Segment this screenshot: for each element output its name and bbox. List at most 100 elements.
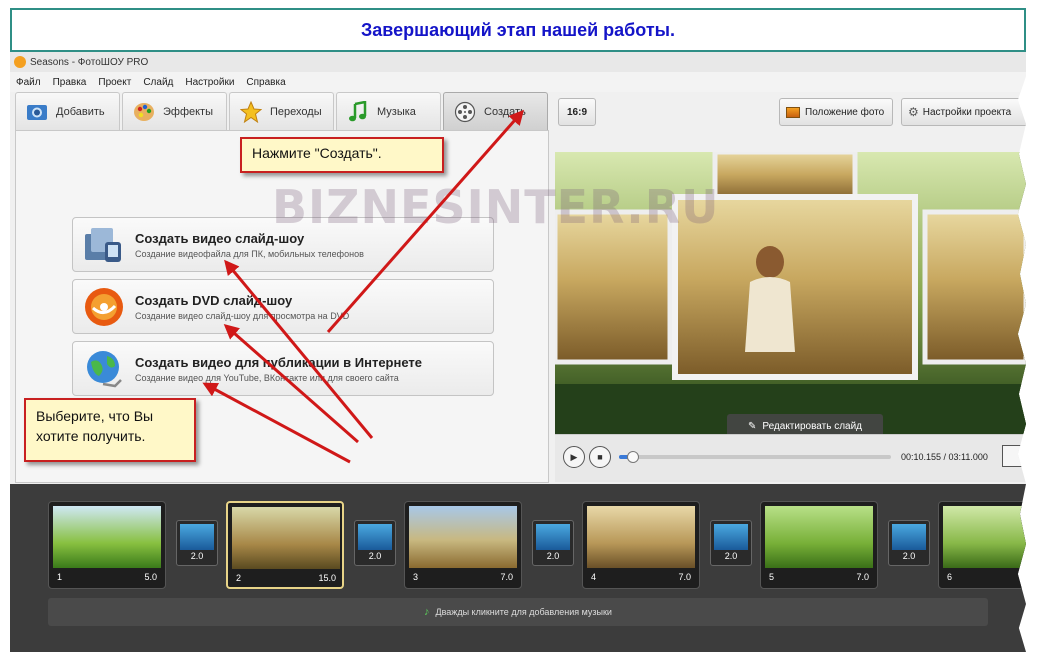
preview-toolbar: 16:9 Положение фото ⚙ Настройки проекта	[558, 98, 1026, 128]
title-bar: Seasons - ФотоШОУ PRO	[10, 52, 1026, 72]
timeline: 1 5.0 2.0 2 15.0 2.0 3 7.0 2.0 4 7.0 2.0 5 7.…	[10, 484, 1026, 652]
transition-image	[892, 524, 926, 550]
callout-text: Нажмите "Создать".	[252, 145, 382, 161]
gear-icon: ⚙	[908, 105, 919, 119]
tab-label: Эффекты	[163, 105, 214, 118]
transition-thumbnail[interactable]: 2.0	[888, 520, 930, 566]
fullscreen-button[interactable]	[1002, 445, 1024, 467]
main-tabs: Добавить Эффекты Переходы Музыка Создать	[15, 92, 550, 130]
player-controls: ▶ ■ 00:10.155 / 03:11.000	[555, 434, 1026, 482]
slide-bar: 5 7.0	[765, 570, 873, 584]
option-title: Создать видео для публикации в Интернете	[135, 354, 423, 370]
slide-image	[587, 506, 695, 568]
tab-label: Добавить	[56, 105, 105, 118]
seek-handle[interactable]	[626, 451, 639, 463]
slide-number: 6	[947, 572, 953, 582]
app-window: Seasons - ФотоШОУ PRO Файл Правка Проект…	[10, 52, 1026, 652]
menu-settings[interactable]: Настройки	[185, 77, 234, 88]
slide-image	[409, 506, 517, 568]
menu-file[interactable]: Файл	[16, 77, 41, 88]
transition-thumbnail[interactable]: 2.0	[710, 520, 752, 566]
transition-duration: 2.0	[368, 551, 382, 561]
palette-icon	[133, 101, 155, 123]
transition-duration: 2.0	[546, 551, 560, 561]
button-label: Редактировать слайд	[762, 420, 863, 432]
aspect-ratio-button[interactable]: 16:9	[558, 98, 596, 126]
stop-button[interactable]: ■	[589, 446, 611, 468]
tab-label: Переходы	[270, 105, 322, 118]
transition-image	[536, 524, 570, 550]
watermark: BIZNESINTER.RU	[272, 180, 720, 234]
slide-bar: 2 15.0	[232, 571, 340, 585]
transition-thumbnail[interactable]: 2.0	[176, 520, 218, 566]
slide-image	[765, 506, 873, 568]
slide-number: 2	[236, 573, 242, 583]
slide-thumbnail[interactable]: 3 7.0	[404, 501, 522, 589]
create-callout: Нажмите "Создать".	[240, 137, 444, 173]
globe-icon	[83, 348, 125, 390]
choose-callout: Выберите, что Вы хотите получить.	[24, 398, 196, 462]
slide-bar: 4 7.0	[587, 570, 695, 584]
slide-thumbnail[interactable]: 6	[938, 501, 1026, 589]
banner-text: Завершающий этап нашей работы.	[360, 19, 676, 40]
create-web-video-option[interactable]: Создать видео для публикации в Интернете…	[72, 341, 494, 396]
slide-number: 1	[57, 572, 63, 582]
slide-number: 5	[769, 572, 775, 582]
project-settings-button[interactable]: ⚙ Настройки проекта	[901, 98, 1026, 126]
slide-bar: 1 5.0	[53, 570, 161, 584]
star-icon	[240, 100, 262, 123]
screenshot-frame: Завершающий этап нашей работы. Seasons -…	[0, 0, 1044, 661]
photo-position-button[interactable]: Положение фото	[779, 98, 893, 126]
film-reel-icon	[454, 101, 476, 123]
slide-duration: 15.0	[318, 573, 336, 583]
transition-duration: 2.0	[190, 551, 204, 561]
slide-thumbnail[interactable]: 1 5.0	[48, 501, 166, 589]
tab-transitions[interactable]: Переходы	[229, 92, 334, 130]
music-note-icon: ♪	[424, 606, 430, 618]
menu-help[interactable]: Справка	[246, 77, 285, 88]
slide-thumbnail-selected[interactable]: 2 15.0	[226, 501, 344, 589]
add-photo-icon	[26, 101, 48, 123]
music-note-icon	[347, 100, 369, 123]
music-track[interactable]: ♪ Дважды кликните для добавления музыки	[48, 598, 988, 626]
transition-duration: 2.0	[724, 551, 738, 561]
tab-create[interactable]: Создать	[443, 92, 548, 130]
seek-track[interactable]	[619, 451, 891, 463]
menu-slide[interactable]: Слайд	[143, 77, 173, 88]
slide-thumbnail[interactable]: 5 7.0	[760, 501, 878, 589]
transition-thumbnail[interactable]: 2.0	[532, 520, 574, 566]
slide-thumbnail[interactable]: 4 7.0	[582, 501, 700, 589]
tab-effects[interactable]: Эффекты	[122, 92, 227, 130]
slide-duration: 7.0	[500, 572, 513, 582]
slide-bar: 3 7.0	[409, 570, 517, 584]
transition-image	[180, 524, 214, 550]
tab-add[interactable]: Добавить	[15, 92, 120, 130]
slide-image	[53, 506, 161, 568]
window-title: Seasons - ФотоШОУ PRO	[30, 56, 149, 68]
play-button[interactable]: ▶	[563, 446, 585, 468]
edit-slide-button[interactable]: ✎ Редактировать слайд	[727, 414, 883, 434]
option-subtitle: Создание видеофайла для ПК, мобильных те…	[135, 248, 364, 259]
slide-bar: 6	[943, 570, 1026, 584]
slide-duration: 5.0	[144, 572, 157, 582]
transition-image	[358, 524, 392, 550]
slide-number: 4	[591, 572, 597, 582]
option-subtitle: Создание видео для YouTube, ВКонтакте ил…	[135, 372, 399, 383]
banner: Завершающий этап нашей работы.	[10, 8, 1026, 52]
slide-image	[232, 507, 340, 569]
transition-thumbnail[interactable]: 2.0	[354, 520, 396, 566]
create-dvd-option[interactable]: Создать DVD слайд-шоу Создание видео сла…	[72, 279, 494, 334]
time-readout: 00:10.155 / 03:11.000	[901, 452, 988, 462]
tab-label: Создать	[484, 105, 526, 118]
menu-project[interactable]: Проект	[98, 77, 131, 88]
slide-number: 3	[413, 572, 419, 582]
transition-duration: 2.0	[902, 551, 916, 561]
music-hint: Дважды кликните для добавления музыки	[435, 607, 612, 617]
dvd-icon	[83, 286, 125, 328]
video-file-icon	[83, 224, 125, 266]
menu-bar: Файл Правка Проект Слайд Настройки Справ…	[10, 72, 1026, 92]
menu-edit[interactable]: Правка	[53, 77, 87, 88]
slide-duration: 7.0	[856, 572, 869, 582]
tab-music[interactable]: Музыка	[336, 92, 441, 130]
transition-image	[714, 524, 748, 550]
